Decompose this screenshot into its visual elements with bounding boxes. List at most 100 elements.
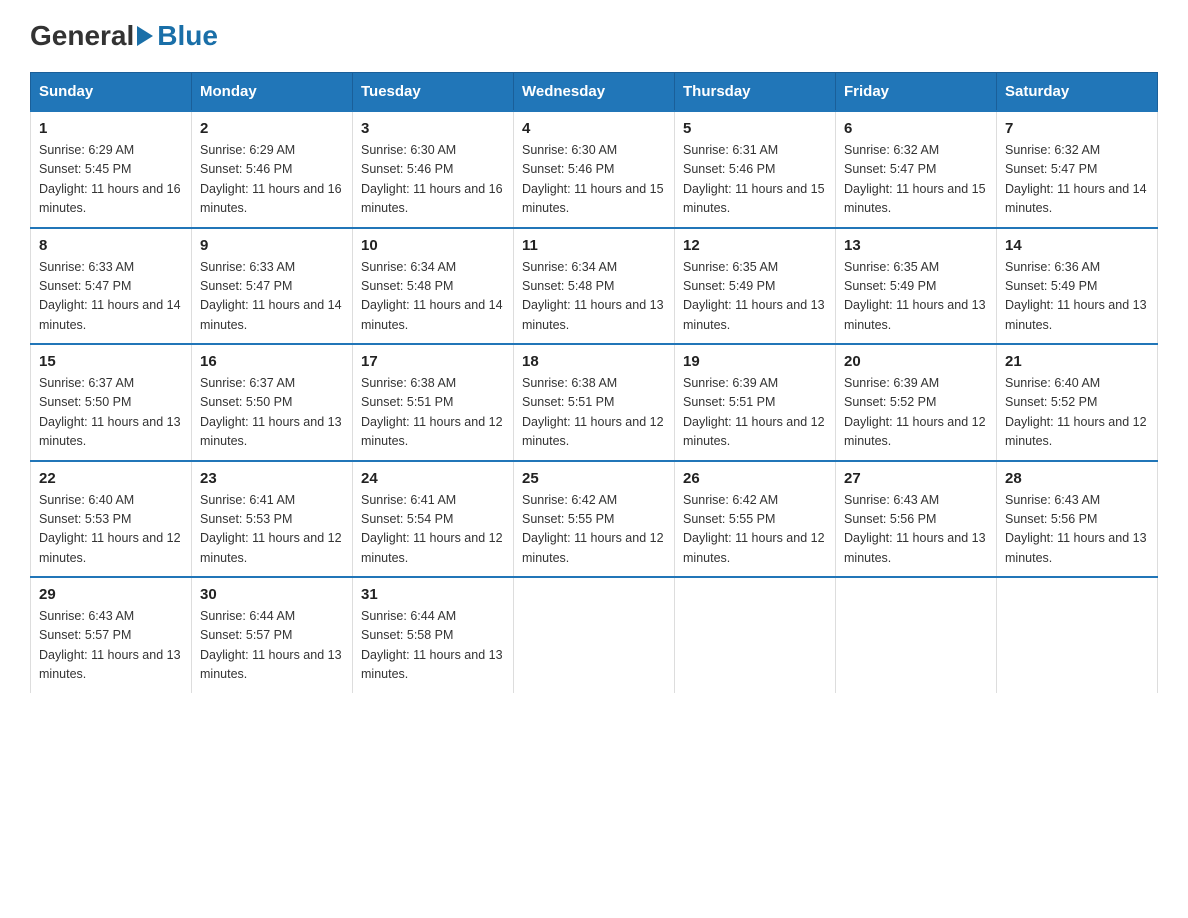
day-info: Sunrise: 6:42 AM Sunset: 5:55 PM Dayligh… <box>522 491 666 569</box>
day-number: 4 <box>522 120 666 137</box>
calendar-cell: 22 Sunrise: 6:40 AM Sunset: 5:53 PM Dayl… <box>31 461 192 578</box>
calendar-cell: 28 Sunrise: 6:43 AM Sunset: 5:56 PM Dayl… <box>997 461 1158 578</box>
calendar-cell: 20 Sunrise: 6:39 AM Sunset: 5:52 PM Dayl… <box>836 344 997 461</box>
week-row-1: 1 Sunrise: 6:29 AM Sunset: 5:45 PM Dayli… <box>31 111 1158 228</box>
calendar-cell: 18 Sunrise: 6:38 AM Sunset: 5:51 PM Dayl… <box>514 344 675 461</box>
day-number: 5 <box>683 120 827 137</box>
calendar-cell: 12 Sunrise: 6:35 AM Sunset: 5:49 PM Dayl… <box>675 228 836 345</box>
day-number: 29 <box>39 586 183 603</box>
week-row-4: 22 Sunrise: 6:40 AM Sunset: 5:53 PM Dayl… <box>31 461 1158 578</box>
day-header-friday: Friday <box>836 73 997 112</box>
calendar-cell: 5 Sunrise: 6:31 AM Sunset: 5:46 PM Dayli… <box>675 111 836 228</box>
calendar-cell: 6 Sunrise: 6:32 AM Sunset: 5:47 PM Dayli… <box>836 111 997 228</box>
calendar-cell <box>836 577 997 693</box>
day-header-saturday: Saturday <box>997 73 1158 112</box>
day-info: Sunrise: 6:31 AM Sunset: 5:46 PM Dayligh… <box>683 141 827 219</box>
day-info: Sunrise: 6:44 AM Sunset: 5:57 PM Dayligh… <box>200 607 344 685</box>
day-number: 18 <box>522 353 666 370</box>
calendar-cell <box>997 577 1158 693</box>
calendar-cell: 31 Sunrise: 6:44 AM Sunset: 5:58 PM Dayl… <box>353 577 514 693</box>
day-number: 12 <box>683 237 827 254</box>
day-info: Sunrise: 6:44 AM Sunset: 5:58 PM Dayligh… <box>361 607 505 685</box>
day-info: Sunrise: 6:40 AM Sunset: 5:52 PM Dayligh… <box>1005 374 1149 452</box>
calendar-cell: 21 Sunrise: 6:40 AM Sunset: 5:52 PM Dayl… <box>997 344 1158 461</box>
day-number: 14 <box>1005 237 1149 254</box>
day-info: Sunrise: 6:43 AM Sunset: 5:56 PM Dayligh… <box>844 491 988 569</box>
day-info: Sunrise: 6:40 AM Sunset: 5:53 PM Dayligh… <box>39 491 183 569</box>
calendar-cell: 23 Sunrise: 6:41 AM Sunset: 5:53 PM Dayl… <box>192 461 353 578</box>
calendar-table: SundayMondayTuesdayWednesdayThursdayFrid… <box>30 72 1158 693</box>
day-info: Sunrise: 6:32 AM Sunset: 5:47 PM Dayligh… <box>1005 141 1149 219</box>
calendar-cell <box>675 577 836 693</box>
calendar-cell: 2 Sunrise: 6:29 AM Sunset: 5:46 PM Dayli… <box>192 111 353 228</box>
day-info: Sunrise: 6:37 AM Sunset: 5:50 PM Dayligh… <box>200 374 344 452</box>
calendar-cell: 10 Sunrise: 6:34 AM Sunset: 5:48 PM Dayl… <box>353 228 514 345</box>
day-info: Sunrise: 6:33 AM Sunset: 5:47 PM Dayligh… <box>200 258 344 336</box>
calendar-cell: 4 Sunrise: 6:30 AM Sunset: 5:46 PM Dayli… <box>514 111 675 228</box>
day-number: 13 <box>844 237 988 254</box>
day-number: 9 <box>200 237 344 254</box>
calendar-cell: 29 Sunrise: 6:43 AM Sunset: 5:57 PM Dayl… <box>31 577 192 693</box>
day-info: Sunrise: 6:36 AM Sunset: 5:49 PM Dayligh… <box>1005 258 1149 336</box>
calendar-cell: 17 Sunrise: 6:38 AM Sunset: 5:51 PM Dayl… <box>353 344 514 461</box>
day-info: Sunrise: 6:35 AM Sunset: 5:49 PM Dayligh… <box>683 258 827 336</box>
day-number: 11 <box>522 237 666 254</box>
day-info: Sunrise: 6:42 AM Sunset: 5:55 PM Dayligh… <box>683 491 827 569</box>
logo-blue-part: Blue <box>134 20 218 52</box>
week-row-5: 29 Sunrise: 6:43 AM Sunset: 5:57 PM Dayl… <box>31 577 1158 693</box>
week-row-3: 15 Sunrise: 6:37 AM Sunset: 5:50 PM Dayl… <box>31 344 1158 461</box>
day-info: Sunrise: 6:41 AM Sunset: 5:54 PM Dayligh… <box>361 491 505 569</box>
logo-general: General <box>30 20 134 52</box>
calendar-cell: 1 Sunrise: 6:29 AM Sunset: 5:45 PM Dayli… <box>31 111 192 228</box>
day-info: Sunrise: 6:29 AM Sunset: 5:46 PM Dayligh… <box>200 141 344 219</box>
day-info: Sunrise: 6:33 AM Sunset: 5:47 PM Dayligh… <box>39 258 183 336</box>
day-info: Sunrise: 6:30 AM Sunset: 5:46 PM Dayligh… <box>522 141 666 219</box>
day-number: 31 <box>361 586 505 603</box>
day-number: 27 <box>844 470 988 487</box>
calendar-cell: 26 Sunrise: 6:42 AM Sunset: 5:55 PM Dayl… <box>675 461 836 578</box>
day-info: Sunrise: 6:37 AM Sunset: 5:50 PM Dayligh… <box>39 374 183 452</box>
day-number: 26 <box>683 470 827 487</box>
day-number: 21 <box>1005 353 1149 370</box>
logo: General Blue <box>30 20 218 52</box>
day-number: 25 <box>522 470 666 487</box>
day-info: Sunrise: 6:34 AM Sunset: 5:48 PM Dayligh… <box>361 258 505 336</box>
week-row-2: 8 Sunrise: 6:33 AM Sunset: 5:47 PM Dayli… <box>31 228 1158 345</box>
day-number: 30 <box>200 586 344 603</box>
day-number: 24 <box>361 470 505 487</box>
day-number: 22 <box>39 470 183 487</box>
day-number: 23 <box>200 470 344 487</box>
day-number: 8 <box>39 237 183 254</box>
logo-arrow-icon <box>137 26 153 46</box>
calendar-cell: 13 Sunrise: 6:35 AM Sunset: 5:49 PM Dayl… <box>836 228 997 345</box>
calendar-cell: 11 Sunrise: 6:34 AM Sunset: 5:48 PM Dayl… <box>514 228 675 345</box>
day-header-tuesday: Tuesday <box>353 73 514 112</box>
calendar-cell: 27 Sunrise: 6:43 AM Sunset: 5:56 PM Dayl… <box>836 461 997 578</box>
day-number: 17 <box>361 353 505 370</box>
day-info: Sunrise: 6:43 AM Sunset: 5:57 PM Dayligh… <box>39 607 183 685</box>
calendar-cell: 16 Sunrise: 6:37 AM Sunset: 5:50 PM Dayl… <box>192 344 353 461</box>
day-info: Sunrise: 6:35 AM Sunset: 5:49 PM Dayligh… <box>844 258 988 336</box>
day-info: Sunrise: 6:30 AM Sunset: 5:46 PM Dayligh… <box>361 141 505 219</box>
day-info: Sunrise: 6:41 AM Sunset: 5:53 PM Dayligh… <box>200 491 344 569</box>
day-number: 16 <box>200 353 344 370</box>
calendar-cell: 19 Sunrise: 6:39 AM Sunset: 5:51 PM Dayl… <box>675 344 836 461</box>
day-number: 10 <box>361 237 505 254</box>
day-number: 1 <box>39 120 183 137</box>
calendar-cell: 3 Sunrise: 6:30 AM Sunset: 5:46 PM Dayli… <box>353 111 514 228</box>
day-info: Sunrise: 6:38 AM Sunset: 5:51 PM Dayligh… <box>361 374 505 452</box>
calendar-cell: 15 Sunrise: 6:37 AM Sunset: 5:50 PM Dayl… <box>31 344 192 461</box>
calendar-cell: 14 Sunrise: 6:36 AM Sunset: 5:49 PM Dayl… <box>997 228 1158 345</box>
page-header: General Blue <box>30 20 1158 52</box>
calendar-cell: 24 Sunrise: 6:41 AM Sunset: 5:54 PM Dayl… <box>353 461 514 578</box>
day-number: 6 <box>844 120 988 137</box>
calendar-cell: 30 Sunrise: 6:44 AM Sunset: 5:57 PM Dayl… <box>192 577 353 693</box>
calendar-cell: 9 Sunrise: 6:33 AM Sunset: 5:47 PM Dayli… <box>192 228 353 345</box>
day-info: Sunrise: 6:29 AM Sunset: 5:45 PM Dayligh… <box>39 141 183 219</box>
day-info: Sunrise: 6:34 AM Sunset: 5:48 PM Dayligh… <box>522 258 666 336</box>
header-row: SundayMondayTuesdayWednesdayThursdayFrid… <box>31 73 1158 112</box>
day-number: 28 <box>1005 470 1149 487</box>
day-number: 3 <box>361 120 505 137</box>
day-info: Sunrise: 6:32 AM Sunset: 5:47 PM Dayligh… <box>844 141 988 219</box>
calendar-cell: 25 Sunrise: 6:42 AM Sunset: 5:55 PM Dayl… <box>514 461 675 578</box>
